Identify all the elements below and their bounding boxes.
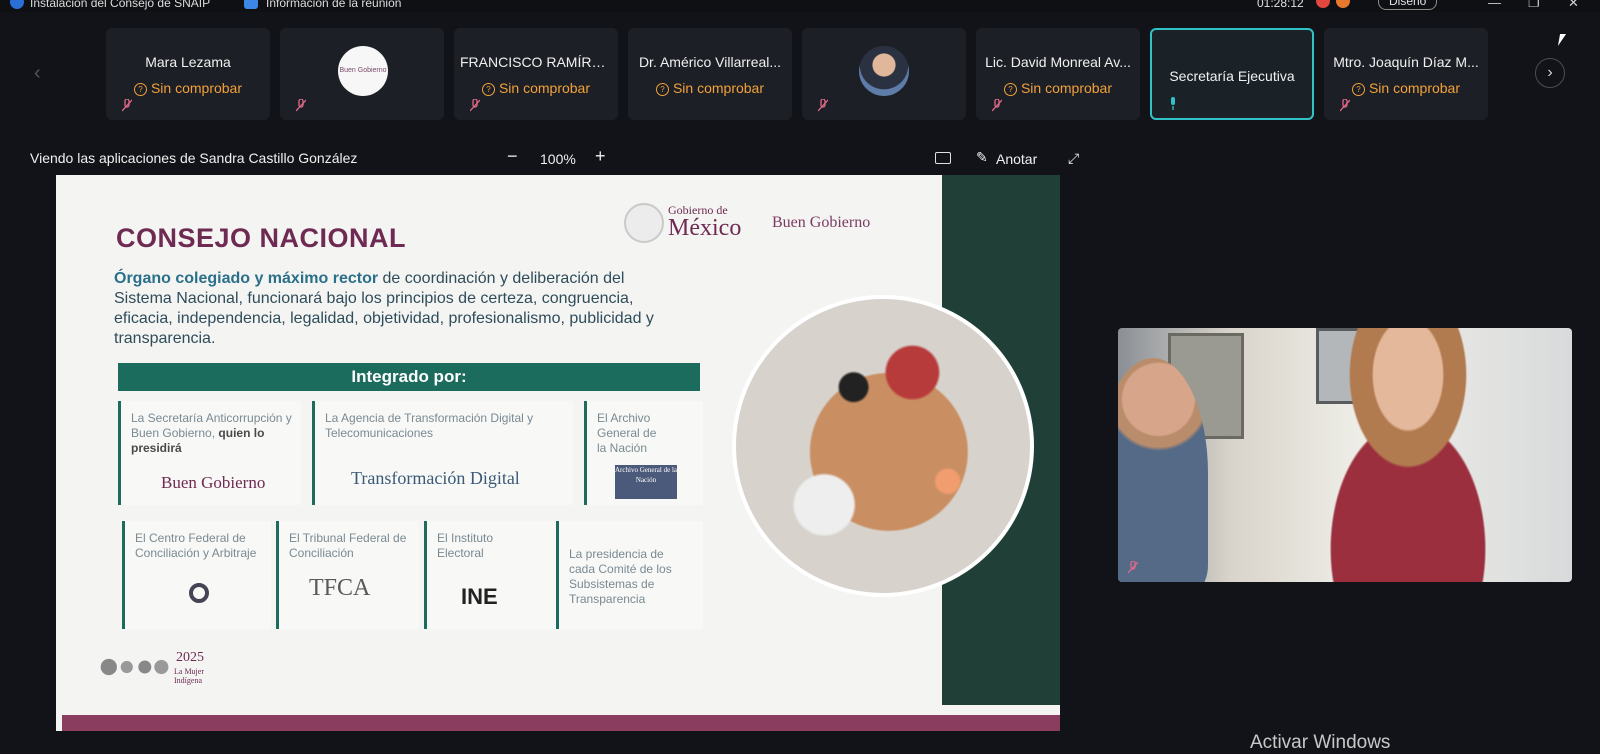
avatar: Buen Gobierno <box>338 46 388 96</box>
participant-status: ? Sin comprobar <box>628 80 792 96</box>
member-card: La presidencia de cada Comité de los Sub… <box>556 521 703 629</box>
mexico-label: México <box>668 215 742 241</box>
strip-prev-icon[interactable]: ‹ <box>34 62 41 85</box>
integrado-por-banner: Integrado por: <box>118 363 700 391</box>
member-card: El Centro Federal de Conciliación y Arbi… <box>122 521 271 629</box>
participant-tile[interactable]: Dr. Américo Villarreal... ? Sin comprobar <box>628 28 792 120</box>
participant-tile-active[interactable]: Secretaría Ejecutiva <box>1150 28 1314 120</box>
mic-active-icon <box>1171 97 1175 110</box>
year-caption: La Mujer Indígena <box>174 667 204 685</box>
fullscreen-icon[interactable]: ⤢ <box>1068 150 1079 167</box>
chevron-right-icon: › <box>1547 64 1553 81</box>
buen-gobierno-logo: Buen Gobierno <box>161 473 266 492</box>
security-icon[interactable] <box>1336 0 1350 8</box>
member-card: El Archivo General de la Nación Archivo … <box>584 401 703 505</box>
restore-icon[interactable]: ❐ <box>1528 0 1540 11</box>
participant-status: ? Sin comprobar <box>1324 80 1488 96</box>
warning-icon: ? <box>1003 83 1017 96</box>
mic-muted-icon <box>818 99 828 112</box>
sharing-status: Viendo las aplicaciones de Sandra Castil… <box>30 150 358 166</box>
member-card: El Tribunal Federal de Conciliación TFCA <box>276 521 419 629</box>
title-bar: Instalación del Consejo de SNAIP Informa… <box>0 0 1600 12</box>
annotate-pen-icon[interactable]: ✎ <box>976 149 988 166</box>
meeting-timer: 01:28:12 <box>1257 0 1304 10</box>
screen-view-icon[interactable] <box>935 152 951 164</box>
warning-icon: ? <box>1351 83 1365 96</box>
strip-next-button[interactable]: › <box>1535 58 1565 88</box>
tfca-logo: TFCA <box>309 575 371 601</box>
participant-name: Dr. Américo Villarreal... <box>638 54 782 70</box>
zoom-level: 100% <box>540 151 576 167</box>
meeting-info-link[interactable]: Información de la reunión <box>266 0 401 10</box>
participant-status: ? Sin comprobar <box>106 80 270 96</box>
mic-muted-icon <box>992 99 1002 112</box>
mic-muted-icon <box>1340 99 1350 112</box>
cfca-logo-icon <box>189 583 209 603</box>
shield-icon[interactable] <box>244 0 258 9</box>
participant-tile[interactable]: Mara Lezama ? Sin comprobar <box>106 28 270 120</box>
mujer-indigena-illustration <box>98 645 170 689</box>
slide-bottom-band <box>62 715 1060 731</box>
participant-name: Secretaría Ejecutiva <box>1169 68 1295 84</box>
member-card: La Agencia de Transformación Digital y T… <box>312 401 573 505</box>
ine-logo: INE <box>461 584 498 609</box>
mexico-seal-icon <box>624 203 664 243</box>
year-label: 2025 <box>176 650 204 665</box>
member-card: El Instituto Electoral INE <box>424 521 557 629</box>
share-toolbar: Viendo las aplicaciones de Sandra Castil… <box>0 146 1100 170</box>
participant-name: FRANCISCO RAMÍRE... <box>460 54 613 70</box>
participant-tile[interactable]: FRANCISCO RAMÍRE... ? Sin comprobar <box>454 28 618 120</box>
recording-icon[interactable] <box>1316 0 1330 8</box>
mic-muted-icon <box>1128 561 1138 574</box>
avatar <box>859 46 909 96</box>
mic-muted-icon <box>122 99 132 112</box>
zoom-in-button[interactable]: + <box>595 146 606 167</box>
team-photo <box>732 295 1034 597</box>
participant-tile[interactable]: Mtro. Joaquín Díaz M... ? Sin comprobar <box>1324 28 1488 120</box>
layout-button[interactable]: Diseño <box>1378 0 1438 10</box>
participant-tile[interactable]: Lic. David Monreal Av... ? Sin comprobar <box>976 28 1140 120</box>
participant-tile[interactable]: Buen Gobierno <box>280 28 444 120</box>
archivo-general-logo: Archivo General de la Nación <box>615 465 677 499</box>
participant-strip: ‹ Mara Lezama ? Sin comprobar Buen Gobier… <box>0 26 1600 122</box>
participant-status: ? Sin comprobar <box>976 80 1140 96</box>
warning-icon: ? <box>655 83 669 96</box>
member-card: La Secretaría Anticorrupción y Buen Gobi… <box>118 401 301 505</box>
slide-lead-text: Órgano colegiado y máximo rector de coor… <box>114 270 654 347</box>
transformacion-digital-logo: Transformación Digital <box>351 468 520 488</box>
close-icon[interactable]: ✕ <box>1568 0 1579 11</box>
meeting-title: Instalación del Consejo de SNAIP <box>30 0 211 10</box>
participant-name: Mara Lezama <box>145 54 231 70</box>
video-tile[interactable] <box>1118 328 1572 582</box>
participant-name: Mtro. Joaquín Díaz M... <box>1333 54 1479 70</box>
app-logo-icon <box>10 0 24 9</box>
minimize-icon[interactable]: — <box>1488 0 1501 10</box>
shared-slide: CONSEJO NACIONAL Gobierno de México Buen… <box>56 175 1060 731</box>
warning-icon: ? <box>133 83 147 96</box>
mic-muted-icon <box>470 99 480 112</box>
mic-muted-icon <box>296 99 306 112</box>
slide-title: CONSEJO NACIONAL <box>116 223 407 253</box>
zoom-out-button[interactable]: − <box>507 146 518 167</box>
participant-status: ? Sin comprobar <box>454 80 618 96</box>
buen-gobierno-logo: Buen Gobierno <box>772 214 871 231</box>
participant-tile[interactable] <box>802 28 966 120</box>
participant-name: Lic. David Monreal Av... <box>985 54 1131 70</box>
video-person <box>1273 328 1543 582</box>
annotate-button[interactable]: Anotar <box>996 151 1037 167</box>
warning-icon: ? <box>481 83 495 96</box>
